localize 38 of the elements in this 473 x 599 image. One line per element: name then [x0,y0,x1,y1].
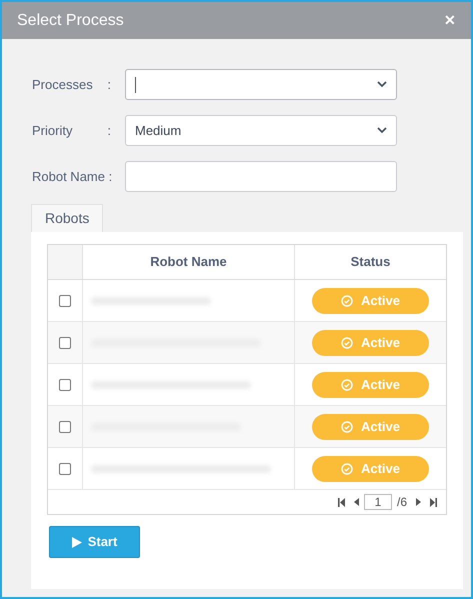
dropdown-field[interactable] [125,69,397,100]
colon: : [107,76,111,94]
previous-page-icon[interactable] [354,498,359,506]
check-circle-icon [340,294,353,306]
status-badge: Active [312,330,429,356]
chevron-down-icon [377,81,387,88]
column-header: Robot Name [83,245,295,279]
status-badge: Active [312,456,429,482]
page-input[interactable]: 1 [364,494,392,510]
page-count: /6 [396,494,407,511]
field-label: Priority [32,122,72,140]
check-circle-icon [340,336,353,348]
row-checkbox[interactable] [59,420,71,432]
check-circle-icon [340,420,353,432]
play-icon [72,536,82,548]
row-checkbox[interactable] [59,336,71,348]
text-cursor [135,76,136,92]
input-field[interactable] [125,161,397,192]
status-badge: Active [312,414,429,440]
window-title: Select Process [17,10,124,30]
row-checkbox[interactable] [59,294,71,306]
check-circle-icon [340,462,353,474]
chevron-down-icon [377,127,387,134]
row-checkbox[interactable] [59,378,71,390]
field-label: Robot Name : [32,168,112,186]
status-badge: Active [312,288,429,314]
status-badge: Active [312,372,429,398]
check-circle-icon [340,378,353,390]
field-label: Processes [32,76,93,94]
column-header: Status [350,253,392,272]
row-checkbox[interactable] [59,462,71,474]
field-value: Medium [135,122,182,140]
dropdown-field[interactable]: Medium [125,115,397,146]
tab[interactable]: Robots [31,204,104,232]
first-page-icon[interactable] [338,498,345,506]
last-page-icon[interactable] [430,498,437,506]
colon: : [107,122,111,140]
next-page-icon[interactable] [416,498,421,506]
